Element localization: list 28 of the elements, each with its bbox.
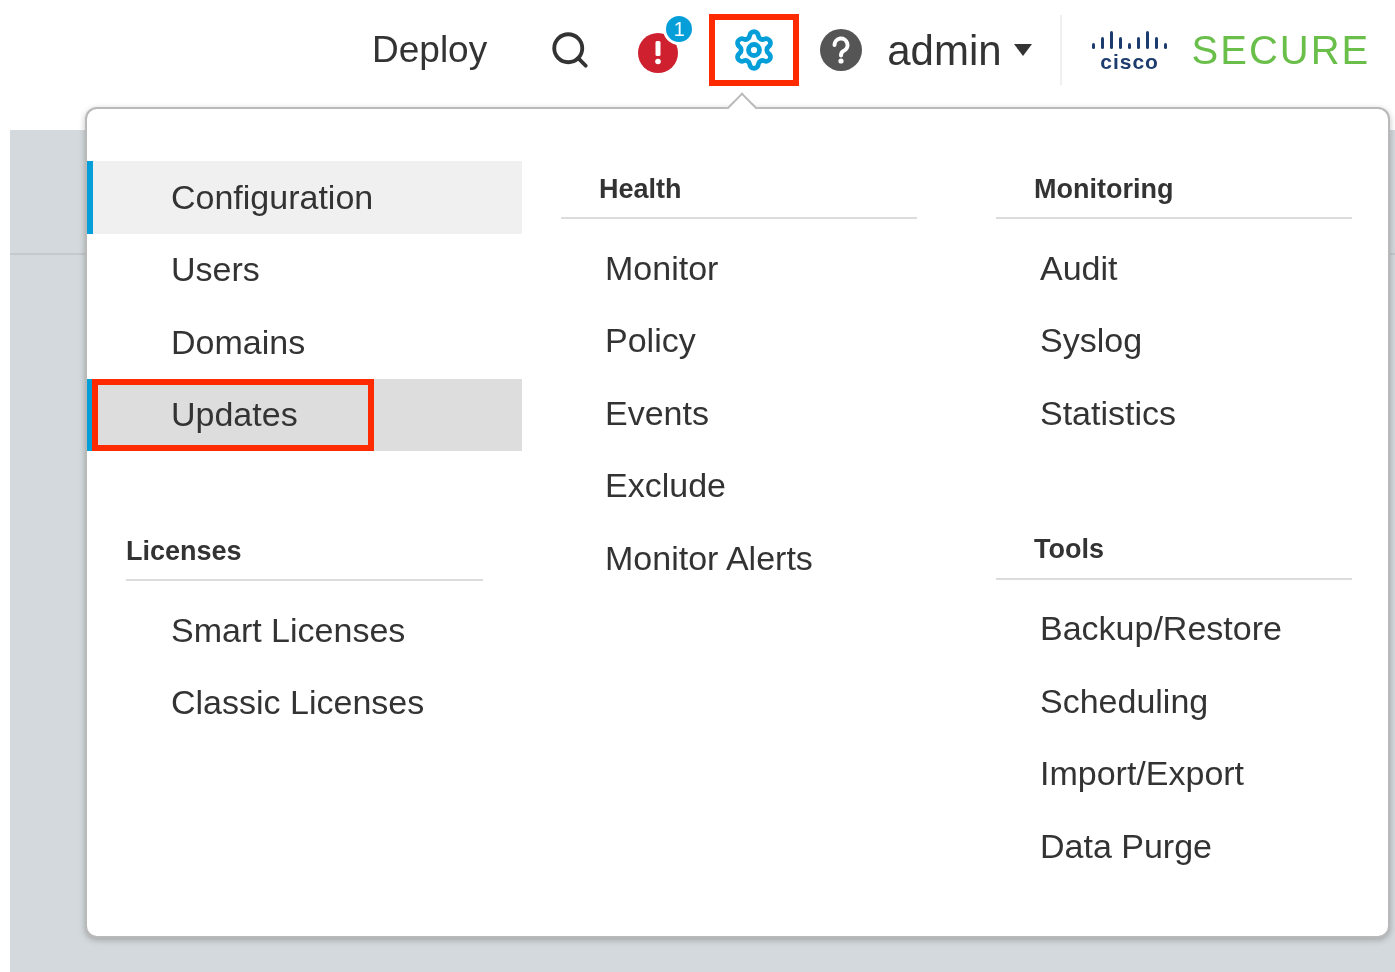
menu-item[interactable]: Domains xyxy=(87,306,522,379)
help-icon[interactable] xyxy=(819,28,864,72)
caret-icon xyxy=(1013,44,1032,56)
menu-item[interactable]: Policy xyxy=(561,304,917,377)
section-heading: Health xyxy=(561,161,917,219)
menu-item[interactable]: Classic Licenses xyxy=(87,666,522,739)
product-name: SECURE xyxy=(1191,27,1371,74)
section-heading: Monitoring xyxy=(996,161,1352,219)
menu-item[interactable]: Scheduling xyxy=(996,665,1352,738)
user-menu[interactable]: admin xyxy=(887,18,1032,82)
menu-item[interactable]: Import/Export xyxy=(996,737,1352,810)
menu-item[interactable]: Users xyxy=(87,233,522,306)
menu-item[interactable]: Exclude xyxy=(561,449,917,522)
menu-item[interactable]: Monitor xyxy=(561,232,917,305)
menu-item[interactable]: Smart Licenses xyxy=(87,594,522,667)
menu-item[interactable]: Data Purge xyxy=(996,810,1352,883)
menu-item[interactable]: Events xyxy=(561,377,917,450)
deploy-button[interactable]: Deploy xyxy=(372,22,488,78)
cisco-logo: cisco xyxy=(1089,28,1170,72)
cisco-bars-icon xyxy=(1089,28,1170,51)
menu-item[interactable]: Backup/Restore xyxy=(996,592,1352,665)
menu-item[interactable]: Audit xyxy=(996,232,1352,305)
menu-item[interactable]: Statistics xyxy=(996,377,1352,450)
menu-item[interactable]: Syslog xyxy=(996,304,1352,377)
section-heading: Licenses xyxy=(126,523,483,581)
section-heading: Tools xyxy=(996,521,1352,580)
menu-item[interactable]: Configuration xyxy=(87,161,522,234)
menu-item[interactable]: Monitor Alerts xyxy=(561,522,917,595)
